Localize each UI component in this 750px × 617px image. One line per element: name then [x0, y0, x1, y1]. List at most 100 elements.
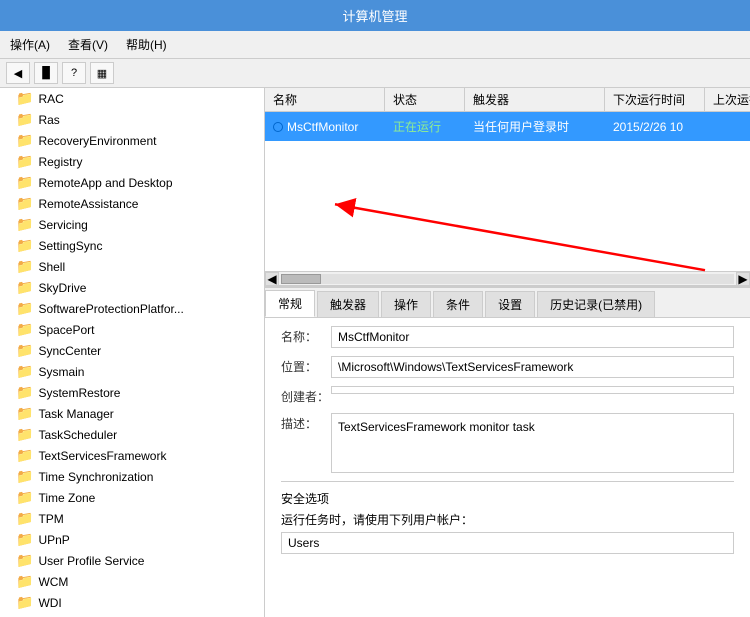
- list-item[interactable]: 📁WCM: [0, 571, 264, 592]
- left-panel[interactable]: 📁RAC 📁Ras 📁RecoveryEnvironment 📁Registry…: [0, 88, 265, 617]
- task-trigger-cell: 当任何用户登录时: [465, 116, 605, 137]
- name-row: 名称： MsCtfMonitor: [281, 326, 734, 348]
- folder-icon: 📁: [16, 258, 33, 275]
- description-row: 描述： TextServicesFramework monitor task: [281, 413, 734, 473]
- folder-icon: 📁: [16, 153, 33, 170]
- horizontal-scrollbar[interactable]: ◀ ▶: [265, 271, 750, 285]
- scroll-left-btn[interactable]: ◀: [265, 272, 279, 286]
- name-value: MsCtfMonitor: [331, 326, 734, 348]
- title-bar: 计算机管理: [0, 0, 750, 31]
- title-text: 计算机管理: [342, 9, 407, 24]
- toolbar: ◀ ▐▌ ? ▦: [0, 59, 750, 88]
- col-next-run[interactable]: 下次运行时间: [605, 88, 705, 111]
- folder-icon: 📁: [16, 321, 33, 338]
- task-last-run-cell: [705, 125, 750, 129]
- list-item[interactable]: 📁RAC: [0, 88, 264, 109]
- task-name-cell: MsCtfMonitor: [265, 118, 385, 136]
- toolbar-back[interactable]: ◀: [6, 62, 30, 84]
- name-label: 名称：: [281, 326, 331, 345]
- folder-icon: 📁: [16, 594, 33, 611]
- folder-icon: 📁: [16, 384, 33, 401]
- tab-bar: 常规 触发器 操作 条件 设置 历史记录(已禁用): [265, 288, 750, 318]
- folder-icon: 📁: [16, 405, 33, 422]
- list-item-shell[interactable]: 📁Shell: [0, 256, 264, 277]
- security-label: 安全选项: [281, 490, 734, 507]
- list-item-time-sync[interactable]: 📁Time Synchronization: [0, 466, 264, 487]
- description-label: 描述：: [281, 413, 331, 432]
- list-item[interactable]: 📁Registry: [0, 151, 264, 172]
- folder-icon: 📁: [16, 573, 33, 590]
- security-section: 安全选项 运行任务时，请使用下列用户帐户： Users: [281, 481, 734, 554]
- folder-icon: 📁: [16, 174, 33, 191]
- toolbar-grid[interactable]: ▦: [90, 62, 114, 84]
- tab-settings[interactable]: 设置: [485, 291, 535, 317]
- list-item[interactable]: 📁SkyDrive: [0, 277, 264, 298]
- folder-icon: 📁: [16, 552, 33, 569]
- tab-actions[interactable]: 操作: [381, 291, 431, 317]
- run-as-label: 运行任务时，请使用下列用户帐户：: [281, 511, 734, 528]
- menu-action[interactable]: 操作(A): [6, 34, 54, 55]
- task-next-run-cell: 2015/2/26 10: [605, 118, 705, 136]
- tab-general[interactable]: 常规: [265, 290, 315, 317]
- folder-icon: 📁: [16, 132, 33, 149]
- tab-history[interactable]: 历史记录(已禁用): [537, 291, 655, 317]
- description-value: TextServicesFramework monitor task: [331, 413, 734, 473]
- list-item[interactable]: 📁SyncCenter: [0, 340, 264, 361]
- list-item[interactable]: 📁Time Zone: [0, 487, 264, 508]
- task-detail-panel: 常规 触发器 操作 条件 设置 历史记录(已禁用) 名称： MsCtfMonit…: [265, 288, 750, 617]
- list-item[interactable]: 📁WDI: [0, 592, 264, 613]
- location-label: 位置：: [281, 356, 331, 375]
- list-item[interactable]: 📁SoftwareProtectionPlatfor...: [0, 298, 264, 319]
- list-item[interactable]: 📁RemoteApp and Desktop: [0, 172, 264, 193]
- list-item[interactable]: 📁SpacePort: [0, 319, 264, 340]
- list-item[interactable]: 📁TextServicesFramework: [0, 445, 264, 466]
- col-status[interactable]: 状态: [385, 88, 465, 111]
- list-item-user-profile[interactable]: 📁User Profile Service: [0, 550, 264, 571]
- list-item[interactable]: 📁TPM: [0, 508, 264, 529]
- folder-icon: 📁: [16, 447, 33, 464]
- detail-content: 名称： MsCtfMonitor 位置： \Microsoft\Windows\…: [265, 318, 750, 617]
- col-name[interactable]: 名称: [265, 88, 385, 111]
- tab-triggers[interactable]: 触发器: [317, 291, 379, 317]
- scroll-right-btn[interactable]: ▶: [736, 272, 750, 286]
- main-layout: 📁RAC 📁Ras 📁RecoveryEnvironment 📁Registry…: [0, 88, 750, 617]
- tab-conditions[interactable]: 条件: [433, 291, 483, 317]
- list-item[interactable]: 📁Windows Activation Techn: [0, 613, 264, 617]
- folder-icon: 📁: [16, 111, 33, 128]
- folder-icon: 📁: [16, 426, 33, 443]
- list-item[interactable]: 📁RecoveryEnvironment: [0, 130, 264, 151]
- folder-icon: 📁: [16, 195, 33, 212]
- folder-icon: 📁: [16, 510, 33, 527]
- folder-icon: 📁: [16, 342, 33, 359]
- menu-view[interactable]: 查看(V): [64, 34, 112, 55]
- folder-icon: 📁: [16, 489, 33, 506]
- col-trigger[interactable]: 触发器: [465, 88, 605, 111]
- list-item[interactable]: 📁Sysmain: [0, 361, 264, 382]
- right-panel: 名称 状态 触发器 下次运行时间 上次运行时间 MsCtfMonitor 正在运…: [265, 88, 750, 617]
- folder-icon: 📁: [16, 468, 33, 485]
- list-item[interactable]: 📁SettingSync: [0, 235, 264, 256]
- list-item[interactable]: 📁SystemRestore: [0, 382, 264, 403]
- list-item[interactable]: 📁UPnP: [0, 529, 264, 550]
- folder-icon: 📁: [16, 531, 33, 548]
- list-item-servicing[interactable]: 📁Servicing: [0, 214, 264, 235]
- location-row: 位置： \Microsoft\Windows\TextServicesFrame…: [281, 356, 734, 378]
- col-last-run[interactable]: 上次运行时间: [705, 88, 750, 111]
- table-row[interactable]: MsCtfMonitor 正在运行 当任何用户登录时 2015/2/26 10: [265, 112, 750, 141]
- list-item[interactable]: 📁Task Manager: [0, 403, 264, 424]
- status-dot: [273, 122, 283, 132]
- list-item[interactable]: 📁Ras: [0, 109, 264, 130]
- menu-help[interactable]: 帮助(H): [122, 34, 171, 55]
- toolbar-help[interactable]: ?: [62, 62, 86, 84]
- task-table: 名称 状态 触发器 下次运行时间 上次运行时间 MsCtfMonitor 正在运…: [265, 88, 750, 288]
- folder-icon: 📁: [16, 279, 33, 296]
- toolbar-pause[interactable]: ▐▌: [34, 62, 58, 84]
- folder-icon: 📁: [16, 300, 33, 317]
- list-item[interactable]: 📁RemoteAssistance: [0, 193, 264, 214]
- list-item[interactable]: 📁TaskScheduler: [0, 424, 264, 445]
- scroll-thumb[interactable]: [281, 274, 321, 284]
- location-value: \Microsoft\Windows\TextServicesFramework: [331, 356, 734, 378]
- table-header: 名称 状态 触发器 下次运行时间 上次运行时间: [265, 88, 750, 112]
- task-status-cell: 正在运行: [385, 116, 465, 137]
- folder-icon: 📁: [16, 237, 33, 254]
